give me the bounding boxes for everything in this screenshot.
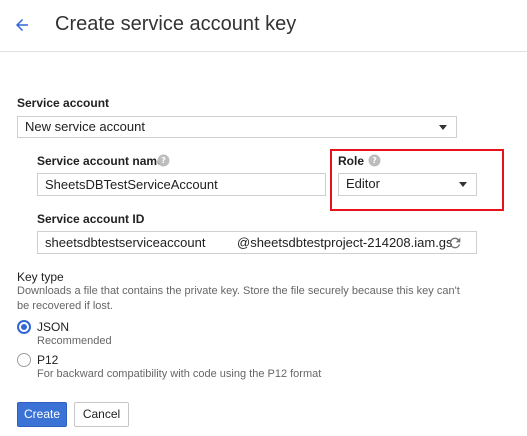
p12-radio-sublabel: For backward compatibility with code usi…	[37, 368, 322, 380]
service-account-selected-value: New service account	[25, 119, 145, 134]
service-account-id-label: Service account ID	[37, 212, 145, 226]
p12-radio-label[interactable]: P12	[37, 353, 58, 367]
page-title: Create service account key	[55, 13, 297, 35]
p12-radio[interactable]	[17, 353, 31, 367]
svg-text:?: ?	[161, 155, 166, 165]
arrow-back-icon	[16, 19, 28, 31]
help-icon[interactable]: ?	[368, 154, 381, 167]
service-account-id-value: sheetsdbtestserviceaccount	[45, 235, 206, 250]
help-icon[interactable]: ?	[157, 154, 170, 167]
role-selected-value: Editor	[346, 176, 380, 191]
role-select[interactable]: Editor	[338, 173, 477, 196]
caret-down-icon	[459, 182, 467, 187]
key-type-description-line2: be recovered if lost.	[17, 300, 113, 312]
service-account-name-label: Service account name	[37, 154, 164, 168]
json-radio[interactable]	[17, 320, 31, 334]
key-type-description-line1: Downloads a file that contains the priva…	[17, 285, 460, 297]
json-radio-sublabel: Recommended	[37, 335, 112, 347]
create-button[interactable]: Create	[17, 402, 67, 427]
svg-text:?: ?	[372, 155, 377, 165]
caret-down-icon	[439, 125, 447, 130]
refresh-icon[interactable]	[447, 235, 463, 251]
service-account-name-input[interactable]: SheetsDBTestServiceAccount	[37, 173, 326, 196]
service-account-label: Service account	[17, 96, 110, 110]
json-radio-label[interactable]: JSON	[37, 320, 69, 334]
page-header: Create service account key	[0, 0, 527, 52]
role-label: Role	[338, 154, 365, 168]
service-account-id-suffix: @sheetsdbtestproject-214208.iam.gs	[237, 235, 453, 250]
cancel-button[interactable]: Cancel	[74, 402, 129, 427]
service-account-select[interactable]: New service account	[17, 116, 457, 138]
key-type-label: Key type	[17, 270, 64, 284]
back-button[interactable]	[9, 12, 35, 38]
